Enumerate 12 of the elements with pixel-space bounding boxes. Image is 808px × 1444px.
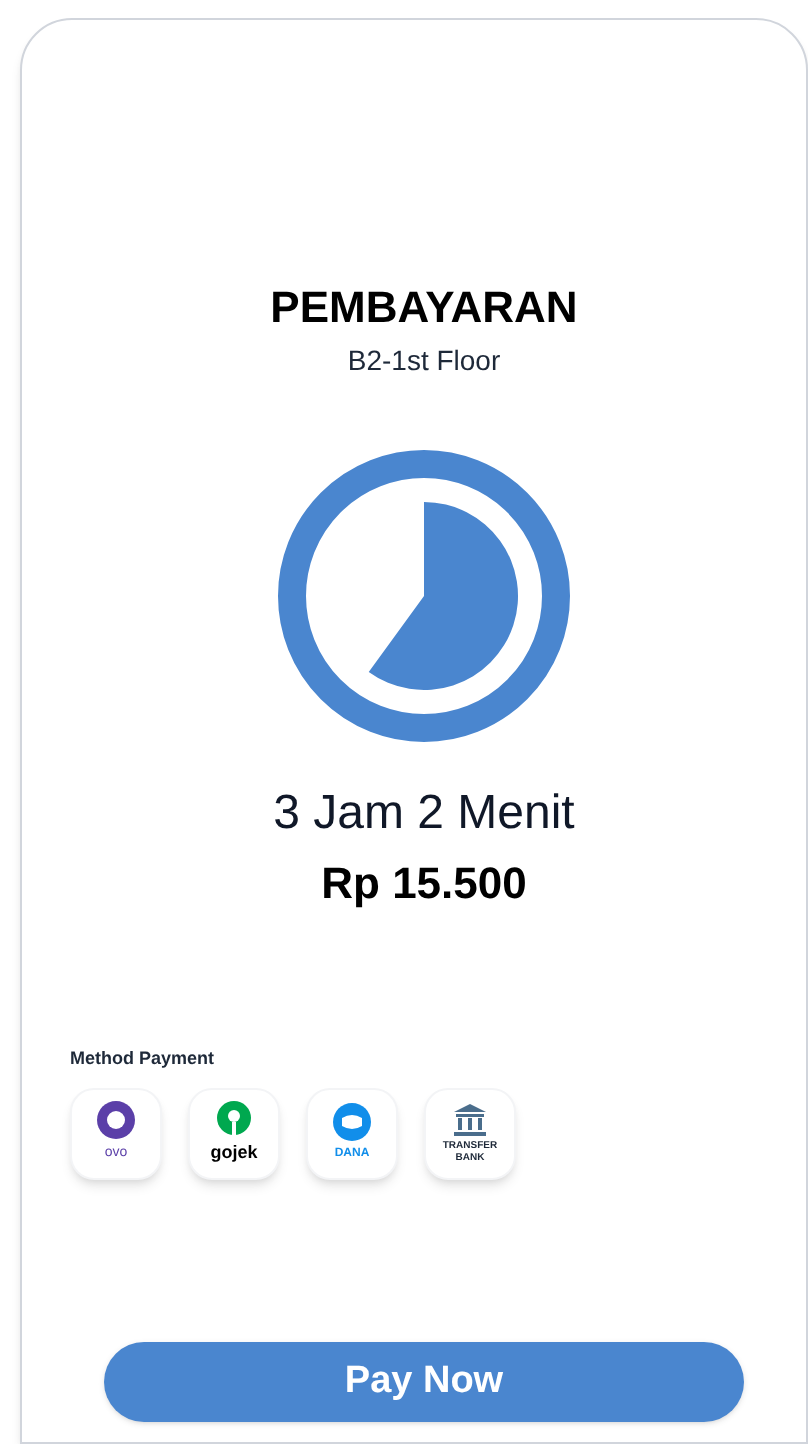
page-title: PEMBAYARAN: [270, 280, 578, 335]
pin-logo-icon: [216, 1099, 252, 1136]
wallet-logo-icon: [332, 1102, 372, 1142]
location-subtitle: B2-1st Floor: [347, 341, 501, 379]
price-text: Rp 15.500: [321, 855, 527, 910]
bank-icon: [452, 1102, 488, 1138]
timer-icon: [276, 447, 572, 743]
payment-method-button[interactable]: gojek: [188, 1087, 280, 1179]
duration-text: 3 Jam 2 Menit: [273, 783, 575, 843]
pay-now-button[interactable]: Pay Now: [104, 1342, 744, 1422]
ring-logo-icon: [96, 1100, 136, 1141]
section-label: Method Payment: [70, 1046, 217, 1072]
